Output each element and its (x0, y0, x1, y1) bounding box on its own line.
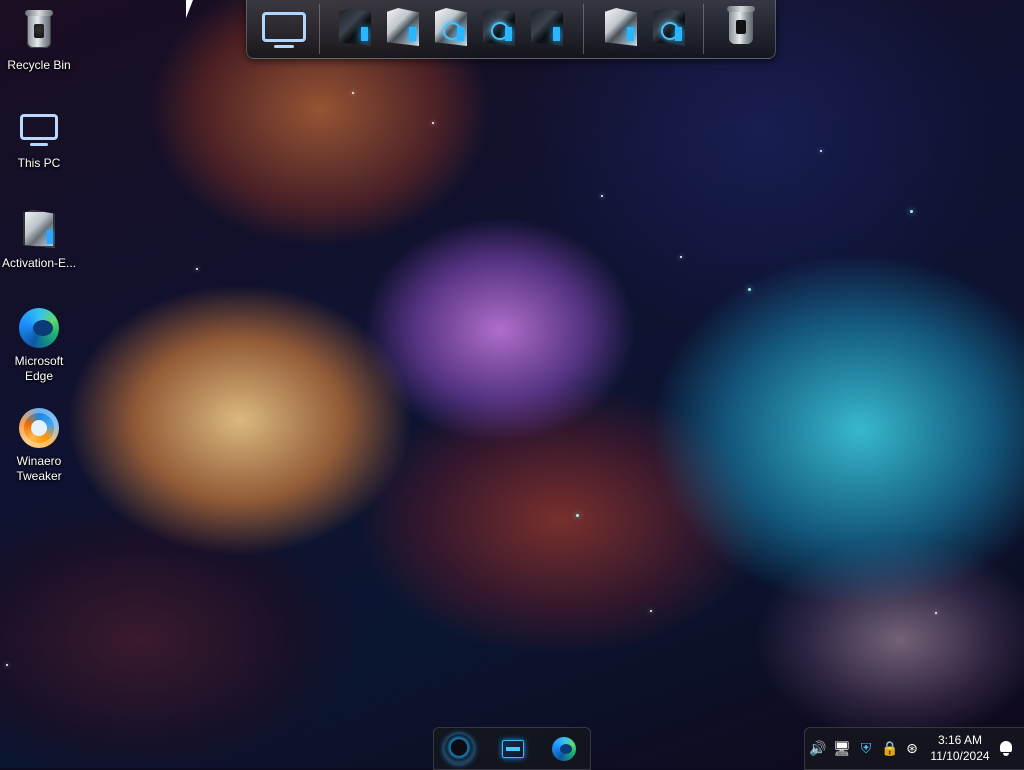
dock-item-this-pc[interactable] (259, 6, 306, 52)
clock-time: 3:16 AM (937, 733, 983, 747)
bluetooth-icon[interactable]: ⊛ (903, 739, 921, 757)
monitor-icon (262, 12, 306, 42)
star (576, 514, 579, 517)
mouse-cursor-icon (186, 0, 200, 18)
dock-separator (583, 4, 584, 54)
network-icon[interactable]: 🖥 (833, 739, 851, 757)
notification-bell-icon[interactable] (997, 739, 1015, 757)
taskbar (433, 727, 591, 770)
desktop-icon-edge[interactable]: Microsoft Edge (0, 304, 78, 384)
desktop-icon-recycle-bin[interactable]: Recycle Bin (0, 8, 78, 73)
star (748, 288, 751, 291)
desktop-icon-winaero-tweaker[interactable]: Winaero Tweaker (0, 404, 78, 484)
taskbar-app-button[interactable] (492, 732, 532, 766)
themed-app-icon (531, 8, 563, 46)
clock-date: 11/10/2024 (930, 749, 990, 763)
desktop-icon-label: This PC (17, 156, 61, 170)
dock-separator (703, 4, 704, 54)
desktop-icon-label: Winaero Tweaker (16, 454, 62, 483)
app-icon (502, 740, 524, 758)
desktop-icon-label: Recycle Bin (7, 58, 71, 72)
desktop-icon-label: Activation-E... (1, 256, 77, 270)
recycle-bin-icon (15, 8, 63, 56)
dock-separator (319, 4, 320, 54)
system-tray: 🔊 🖥 ⛨ 🔒 ⊛ 3:16 AM 11/10/2024 (804, 727, 1024, 770)
themed-app-icon (435, 8, 467, 46)
star (820, 150, 822, 152)
security-icon[interactable]: ⛨ (857, 739, 875, 757)
recycle-bin-icon (727, 6, 755, 44)
star (680, 256, 682, 258)
dock-item-app-1[interactable] (333, 6, 377, 52)
dock-item-recycle-bin[interactable] (719, 6, 763, 52)
start-orb-icon (444, 734, 474, 764)
desktop-icon-this-pc[interactable]: This PC (0, 106, 78, 171)
dock-item-app-5[interactable] (525, 6, 569, 52)
lock-icon[interactable]: 🔒 (881, 739, 899, 757)
themed-app-icon (605, 8, 637, 46)
monitor-icon (15, 106, 63, 154)
dock-item-app-4[interactable] (477, 6, 521, 52)
themed-app-icon (653, 8, 685, 46)
winaero-icon (15, 404, 63, 452)
star (6, 664, 8, 666)
dock-item-app-2[interactable] (381, 6, 425, 52)
star (432, 122, 434, 124)
dock-item-app-7[interactable] (647, 6, 691, 52)
edge-icon (15, 304, 63, 352)
dock-item-app-3[interactable] (429, 6, 473, 52)
top-dock (246, 0, 776, 59)
star (352, 92, 354, 94)
taskbar-clock[interactable]: 3:16 AM 11/10/2024 (927, 732, 993, 764)
dock-item-app-6[interactable] (599, 6, 643, 52)
star (910, 210, 913, 213)
desktop-icon-label: Microsoft Edge (14, 354, 64, 383)
desktop-wallpaper (0, 0, 1024, 768)
themed-app-icon (339, 8, 371, 46)
desktop-icon-activation[interactable]: Activation-E... (0, 206, 78, 271)
edge-icon (552, 737, 576, 761)
monitor-stand (274, 45, 294, 48)
start-button[interactable] (438, 732, 478, 766)
taskbar-edge-button[interactable] (544, 732, 584, 766)
star (935, 612, 937, 614)
themed-app-icon (483, 8, 515, 46)
app-icon (15, 206, 63, 254)
star (650, 610, 652, 612)
star (601, 195, 603, 197)
themed-app-icon (387, 8, 419, 46)
volume-icon[interactable]: 🔊 (809, 739, 827, 757)
star (196, 268, 198, 270)
